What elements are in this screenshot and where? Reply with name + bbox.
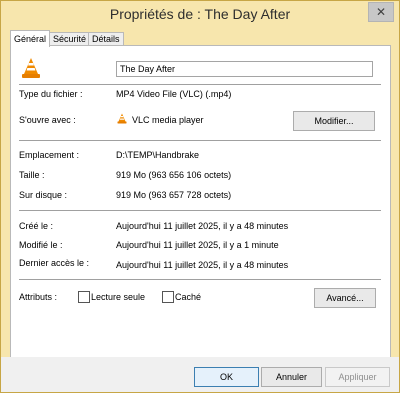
- properties-window: Propriétés de : The Day After ✕ Général …: [0, 0, 400, 393]
- created-value: Aujourd'hui 11 juillet 2025, il y a 48 m…: [116, 221, 289, 231]
- hidden-label[interactable]: Caché: [175, 292, 201, 302]
- window-title: Propriétés de : The Day After: [109, 6, 291, 22]
- tab-security[interactable]: Sécurité: [49, 32, 91, 46]
- cancel-button[interactable]: Annuler: [261, 367, 322, 387]
- dialog-footer: OK Annuler Appliquer: [1, 357, 399, 392]
- size-value: 919 Mo (963 656 106 octets): [116, 170, 232, 180]
- location-value: D:\TEMP\Handbrake: [116, 150, 200, 160]
- opens-with-label: S'ouvre avec :: [19, 115, 76, 125]
- modified-value: Aujourd'hui 11 juillet 2025, il y a 1 mi…: [116, 240, 279, 250]
- ok-button[interactable]: OK: [194, 367, 259, 387]
- modified-label: Modifié le :: [19, 240, 63, 250]
- advanced-button[interactable]: Avancé...: [314, 288, 376, 308]
- disk-size-value: 919 Mo (963 657 728 octets): [116, 190, 232, 200]
- separator: [19, 210, 381, 211]
- change-app-button[interactable]: Modifier...: [293, 111, 375, 131]
- close-button[interactable]: ✕: [368, 2, 394, 22]
- accessed-value: Aujourd'hui 11 juillet 2025, il y a 48 m…: [116, 260, 289, 270]
- vlc-cone-icon: [22, 58, 40, 78]
- disk-size-label: Sur disque :: [19, 190, 68, 200]
- size-label: Taille :: [19, 170, 45, 180]
- title-bar[interactable]: Propriétés de : The Day After ✕: [1, 1, 399, 27]
- readonly-checkbox[interactable]: [78, 291, 90, 303]
- separator: [19, 84, 381, 85]
- location-label: Emplacement :: [19, 150, 80, 160]
- readonly-label[interactable]: Lecture seule: [91, 292, 145, 302]
- file-type-label: Type du fichier :: [19, 89, 83, 99]
- vlc-small-icon: [117, 113, 127, 124]
- file-name-input[interactable]: The Day After: [116, 61, 373, 77]
- separator: [19, 279, 381, 280]
- hidden-checkbox[interactable]: [162, 291, 174, 303]
- opens-with-value: VLC media player: [132, 115, 204, 125]
- attributes-label: Attributs :: [19, 292, 58, 302]
- apply-button[interactable]: Appliquer: [325, 367, 390, 387]
- tab-general[interactable]: Général: [10, 30, 51, 47]
- accessed-label: Dernier accès le :: [19, 258, 90, 268]
- file-type-value: MP4 Video File (VLC) (.mp4): [116, 89, 232, 99]
- tab-details[interactable]: Détails: [88, 32, 124, 46]
- created-label: Créé le :: [19, 221, 54, 231]
- separator: [19, 140, 381, 141]
- general-panel: The Day After Type du fichier : MP4 Vide…: [10, 45, 391, 358]
